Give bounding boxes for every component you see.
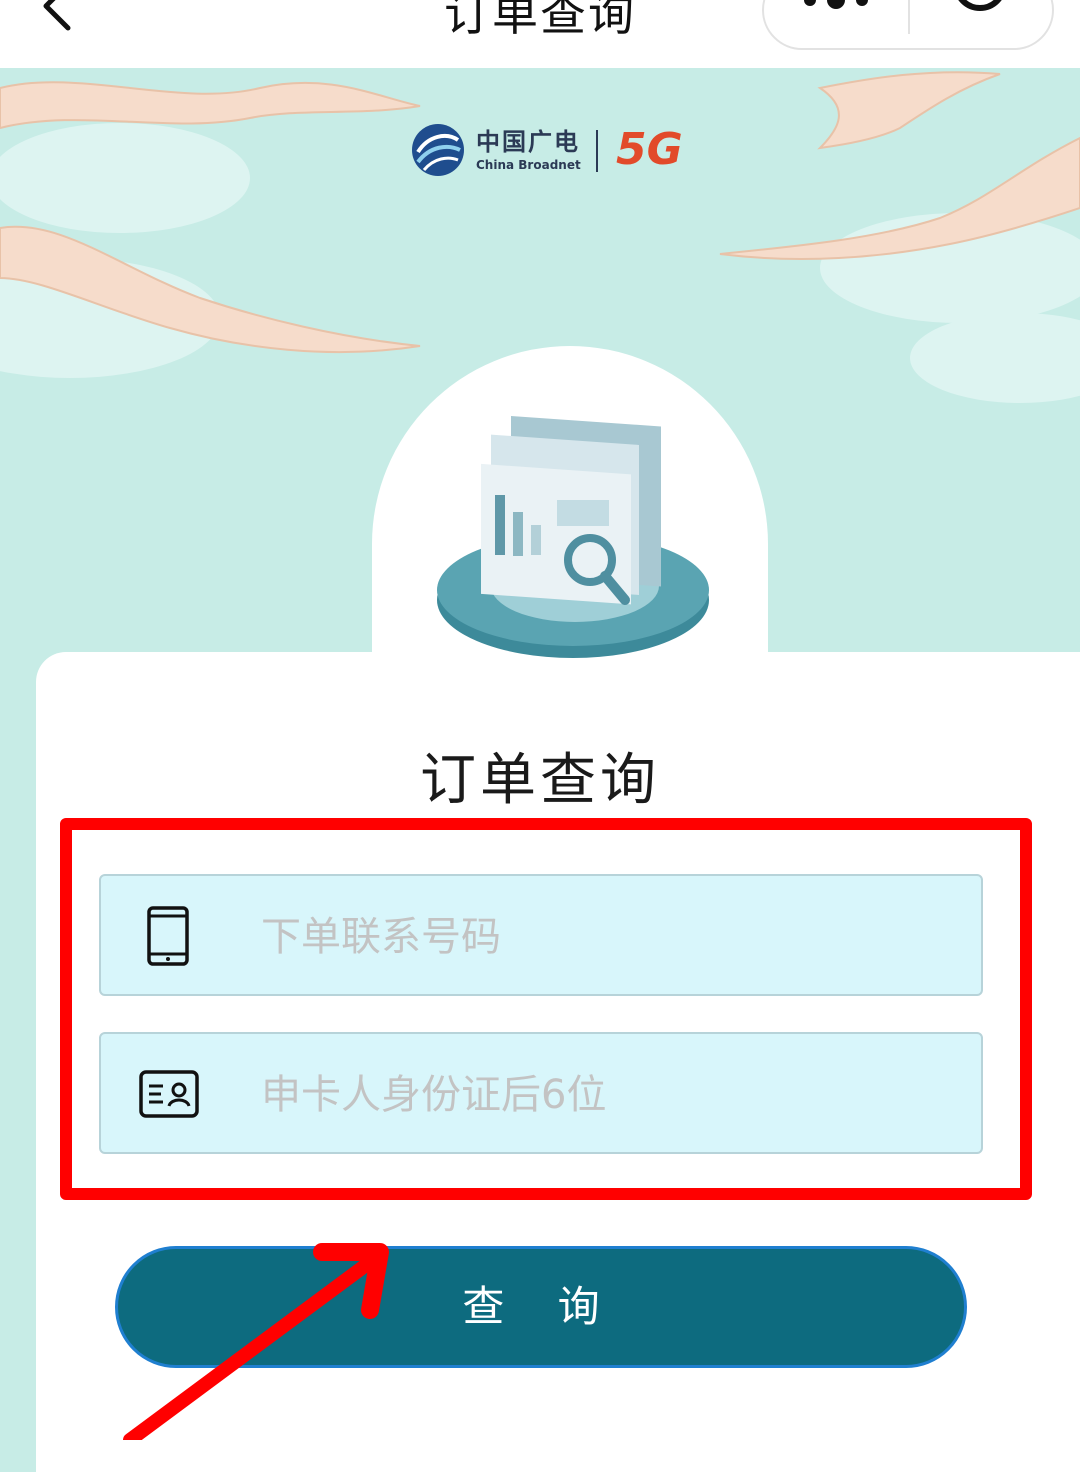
globe-logo-icon [412,124,464,176]
highlight-box [60,818,1032,1200]
5g-badge: 5G [616,124,683,175]
mini-program-capsule [762,0,1054,50]
more-dots-icon[interactable] [800,0,872,22]
top-nav-bar: 订单查询 [0,0,1080,68]
target-circle-icon[interactable] [950,0,1010,26]
brand-name-cn: 中国广电 [476,128,580,156]
brand-name-en: China Broadnet [476,158,581,172]
logo-divider [596,130,598,172]
capsule-divider [908,0,910,34]
query-button[interactable]: 查 询 [115,1246,967,1368]
form-title: 订单查询 [420,748,660,813]
brand-logo: 中国广电 China Broadnet 5G [410,122,710,182]
document-search-illustration [437,416,709,658]
